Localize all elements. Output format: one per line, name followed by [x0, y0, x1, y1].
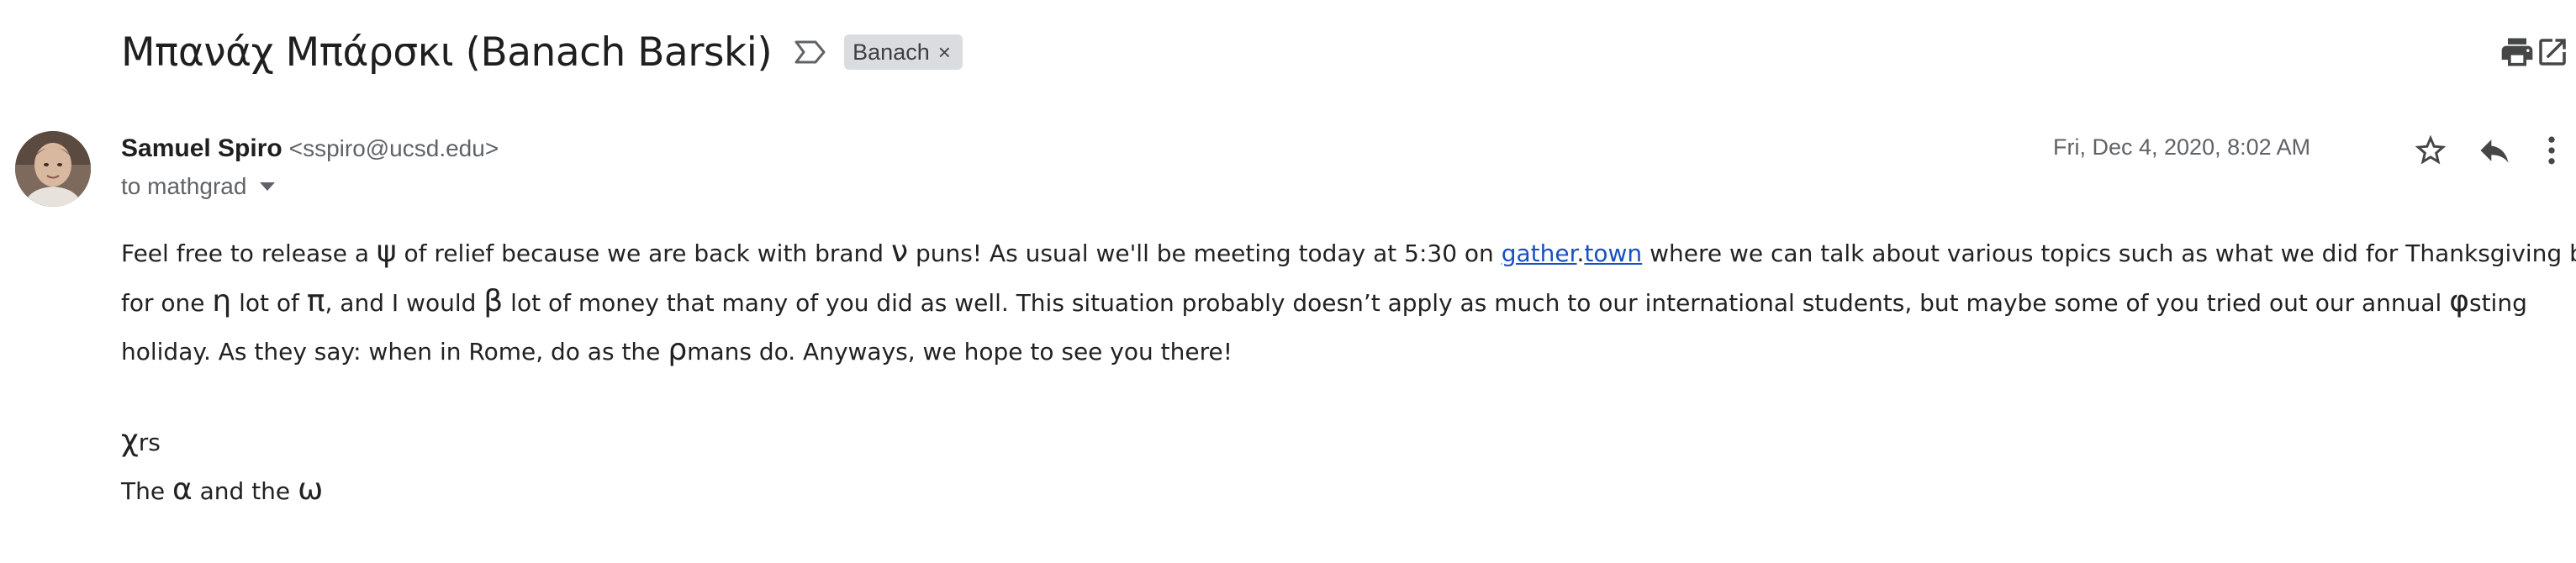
label-chip-text: Banach: [853, 39, 930, 65]
more-vert-icon[interactable]: [2531, 129, 2573, 171]
greek-chi: χ: [121, 423, 139, 458]
link-gather[interactable]: gather: [1502, 239, 1577, 267]
message-body: Feel free to release a ψ of relief becau…: [121, 229, 2576, 516]
recipient-text: to mathgrad: [121, 173, 247, 199]
greek-alpha: α: [172, 472, 193, 507]
remove-label-icon[interactable]: ×: [938, 41, 951, 63]
sender-name[interactable]: Samuel Spiro: [121, 134, 282, 163]
greek-pi: π: [306, 283, 325, 318]
label-important-outline-icon[interactable]: [794, 38, 827, 66]
greek-phi: φ: [2449, 283, 2469, 318]
subject-row: Μπανάχ Μπάρσκι (Banach Barski) Banach ×: [121, 18, 963, 86]
sender-email: <sspiro@ucsd.edu>: [288, 135, 499, 161]
signoff-line: χrs: [121, 423, 161, 458]
body-line-1: Feel free to release a ψ of relief becau…: [121, 234, 2576, 269]
star-outline-icon[interactable]: [2410, 129, 2452, 171]
message-date: Fri, Dec 4, 2020, 8:02 AM: [2053, 134, 2311, 160]
avatar: [15, 131, 91, 207]
link-town[interactable]: town: [1584, 239, 1642, 267]
body-line-2: for one η lot of π, and I would β lot of…: [121, 283, 2527, 318]
sender-line: Samuel Spiro <sspiro@ucsd.edu>: [121, 134, 499, 163]
greek-omega: ω: [298, 472, 324, 507]
recipients-toggle[interactable]: to mathgrad: [121, 173, 276, 200]
signature-line: The α and the ω: [121, 472, 324, 507]
label-chip-banach[interactable]: Banach ×: [844, 34, 963, 70]
open-in-new-window-icon-glyph[interactable]: [2532, 32, 2573, 72]
greek-psi: ψ: [376, 234, 397, 269]
greek-nu: ν: [890, 234, 909, 269]
greek-beta: β: [483, 283, 504, 318]
greek-eta: η: [212, 283, 232, 318]
greek-rho: ρ: [668, 333, 688, 367]
email-subject: Μπανάχ Μπάρσκι (Banach Barski): [121, 29, 773, 76]
print-icon[interactable]: [2497, 32, 2537, 72]
body-line-3: holiday. As they say: when in Rome, do a…: [121, 333, 1233, 367]
chevron-down-icon[interactable]: [260, 182, 276, 191]
reply-icon[interactable]: [2473, 129, 2515, 171]
